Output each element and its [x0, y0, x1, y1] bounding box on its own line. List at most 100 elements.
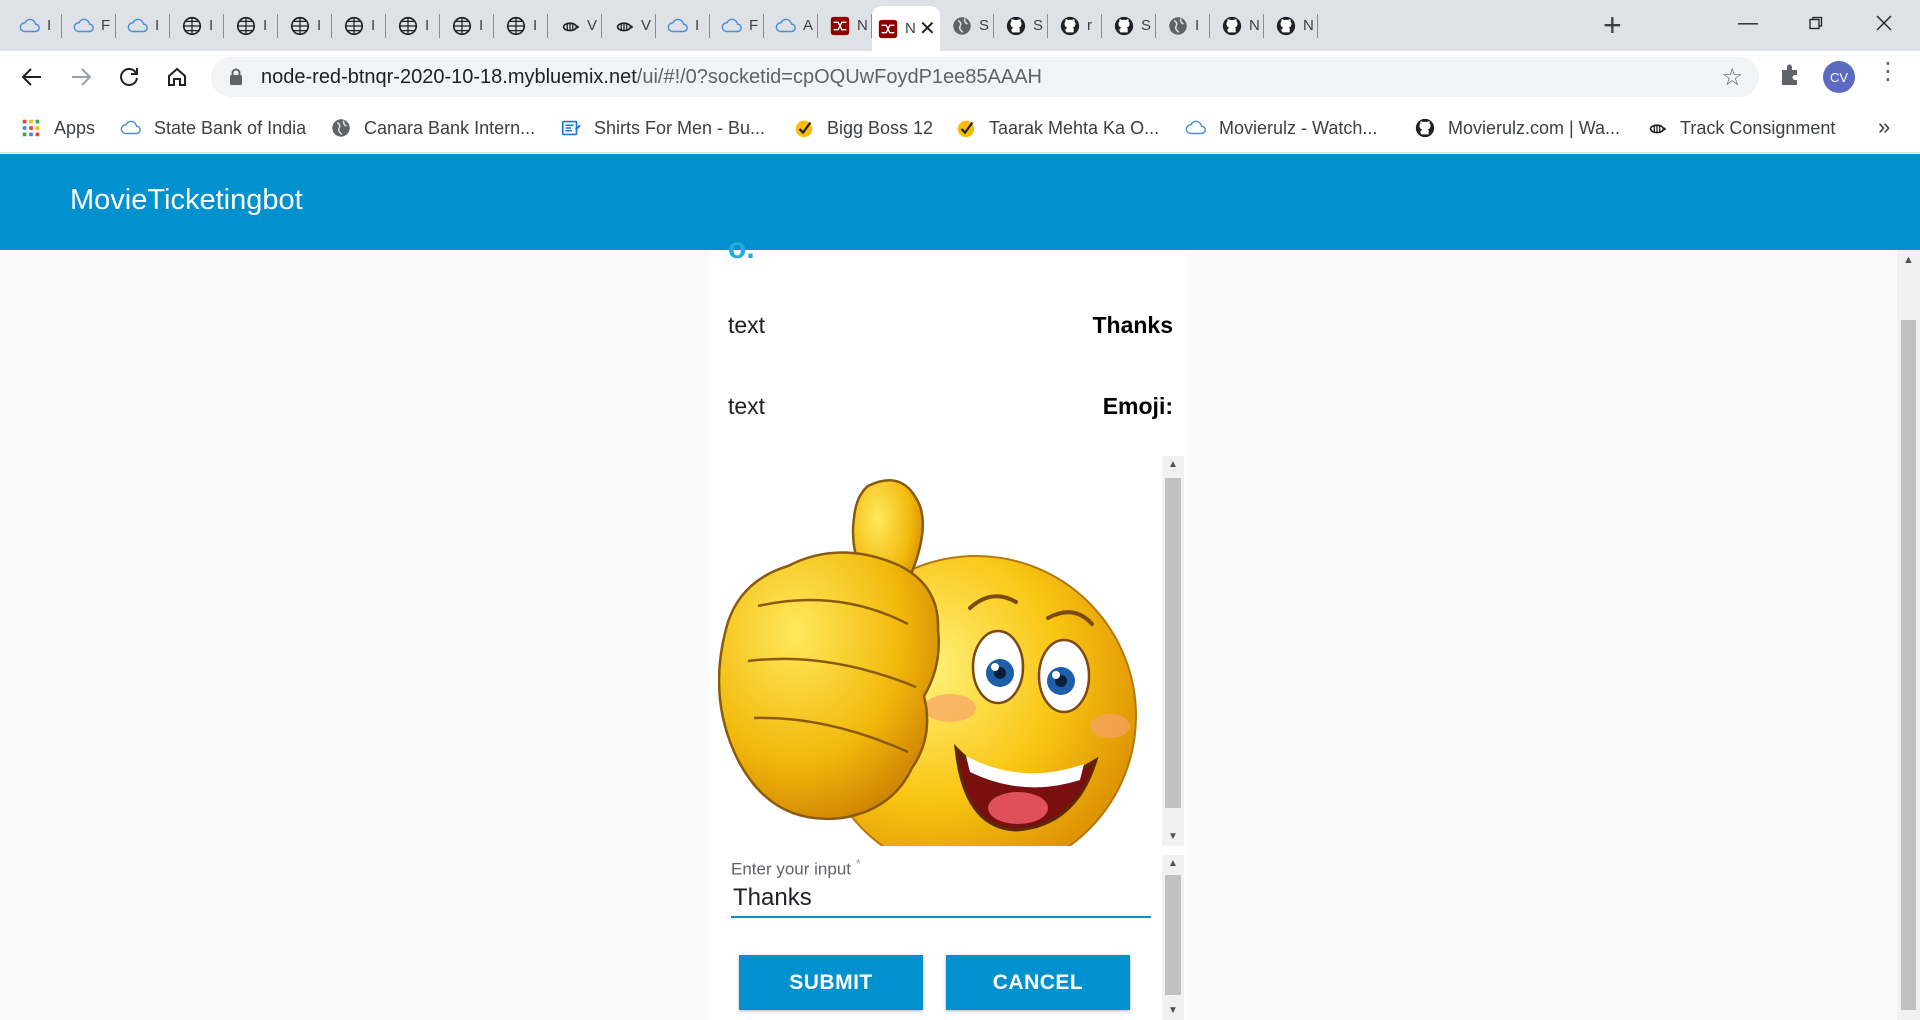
check-badge-icon — [955, 117, 977, 139]
forward-button[interactable] — [65, 61, 97, 93]
scroll-down-arrow-icon[interactable]: ▼ — [1162, 1002, 1184, 1020]
bookmark-item[interactable]: Movierulz.com | Wa... — [1414, 104, 1620, 152]
cloud-icon — [666, 14, 690, 38]
cloud-icon — [1185, 117, 1207, 139]
tab-title: S — [1033, 17, 1043, 34]
chat-card: o. text Thanks text Emoji: ▲ ▼ Enter you… — [709, 232, 1188, 1020]
bee-icon — [558, 14, 582, 38]
browser-tab[interactable]: S — [940, 9, 994, 42]
tab-title: S — [1141, 17, 1151, 34]
bookmark-item[interactable]: Track Consignment — [1646, 104, 1835, 152]
image-scrollbar-thumb[interactable] — [1165, 478, 1181, 808]
profile-avatar[interactable]: CV — [1823, 61, 1855, 93]
back-button[interactable] — [16, 61, 48, 93]
browser-tab[interactable]: I — [332, 9, 386, 42]
restore-button[interactable] — [1786, 6, 1846, 40]
apps-grid-icon — [20, 117, 42, 139]
browser-tab[interactable]: I — [494, 9, 548, 42]
tab-title: N — [905, 20, 915, 37]
bookmark-item[interactable]: Shirts For Men - Bu... — [560, 104, 765, 152]
tab-title: r — [1087, 17, 1092, 34]
scroll-down-arrow-icon[interactable]: ▼ — [1162, 828, 1184, 846]
bookmark-item[interactable]: State Bank of India — [120, 104, 306, 152]
bookmark-label: Taarak Mehta Ka O... — [989, 117, 1160, 138]
bookmark-label: Movierulz - Watch... — [1219, 117, 1378, 138]
browser-tab[interactable]: N — [1210, 9, 1264, 42]
new-tab-button[interactable]: + — [1603, 9, 1622, 41]
browser-tab[interactable]: F — [62, 9, 116, 42]
browser-tab[interactable]: r — [1048, 9, 1102, 42]
browser-tab[interactable]: I — [8, 9, 62, 42]
tab-title: A — [803, 17, 813, 34]
cancel-button[interactable]: CANCEL — [946, 955, 1130, 1010]
close-tab-icon[interactable]: ✕ — [919, 16, 936, 41]
cloud-icon — [18, 14, 42, 38]
user-input-field[interactable]: Enter your input * Thanks — [731, 856, 1151, 918]
submit-button[interactable]: SUBMIT — [739, 955, 923, 1010]
shirt-site-icon — [560, 117, 582, 139]
browser-tab[interactable]: N — [1264, 9, 1318, 42]
tab-title: S — [979, 17, 989, 34]
browser-tab[interactable]: A — [764, 9, 818, 42]
bee-icon — [1646, 117, 1668, 139]
github-icon — [1058, 14, 1082, 38]
home-button[interactable] — [161, 61, 193, 93]
page-scrollbar[interactable]: ▲ — [1897, 250, 1920, 1020]
github-icon — [1112, 14, 1136, 38]
browser-tab[interactable]: N — [818, 9, 872, 42]
scroll-up-arrow-icon[interactable]: ▲ — [1162, 855, 1184, 873]
browser-tab[interactable]: V — [548, 9, 602, 42]
bookmarks-overflow-chevron-icon[interactable]: » — [1878, 114, 1890, 140]
browser-tab[interactable]: I — [440, 9, 494, 42]
bookmark-label: Shirts For Men - Bu... — [594, 117, 766, 138]
bookmark-item[interactable]: Movierulz - Watch... — [1185, 104, 1377, 152]
page-scrollbar-thumb[interactable] — [1901, 320, 1916, 1010]
arrow-right-icon — [72, 68, 92, 86]
browser-tab[interactable]: I — [170, 9, 224, 42]
browser-tab[interactable]: I — [278, 9, 332, 42]
tab-title: I — [317, 17, 322, 34]
input-label: Enter your input * — [731, 856, 1151, 880]
user-input[interactable]: Thanks — [731, 884, 1151, 918]
reload-button[interactable] — [113, 61, 145, 93]
form-scrollbar[interactable]: ▲ ▼ — [1162, 855, 1184, 1020]
browser-tab[interactable]: S — [994, 9, 1048, 42]
bookmark-item[interactable]: Canara Bank Intern... — [330, 104, 535, 152]
tab-title: I — [533, 17, 538, 34]
address-bar[interactable]: node-red-btnqr-2020-10-18.mybluemix.net/… — [211, 57, 1759, 97]
check-badge-icon — [793, 117, 815, 139]
browser-tab[interactable]: F — [710, 9, 764, 42]
close-window-button[interactable] — [1854, 6, 1914, 40]
browser-tab[interactable]: I — [224, 9, 278, 42]
bookmark-star-icon[interactable]: ☆ — [1721, 63, 1743, 92]
more-menu-icon[interactable]: ⋮ — [1876, 60, 1900, 84]
scroll-up-arrow-icon[interactable]: ▲ — [1897, 254, 1920, 266]
message-value: Emoji: — [1102, 393, 1173, 419]
extensions-puzzle-icon[interactable] — [1776, 61, 1804, 89]
globe-icon — [950, 14, 974, 38]
tab-title: I — [695, 17, 700, 34]
browser-tab[interactable]: I — [1156, 9, 1210, 42]
browser-tab[interactable]: I — [116, 9, 170, 42]
browser-tab[interactable]: S — [1102, 9, 1156, 42]
browser-tab[interactable]: I — [656, 9, 710, 42]
message-label: text — [728, 393, 766, 419]
github-icon — [1414, 117, 1436, 139]
bookmark-item[interactable]: Bigg Boss 12 — [793, 104, 933, 152]
tab-title: N — [1249, 17, 1259, 34]
tab-title: I — [155, 17, 160, 34]
browser-tab[interactable]: V — [602, 9, 656, 42]
form-scrollbar-thumb[interactable] — [1165, 875, 1181, 995]
tab-title: I — [209, 17, 214, 34]
browser-tab[interactable]: I — [386, 9, 440, 42]
minimize-button[interactable]: — — [1718, 6, 1778, 40]
image-scrollbar[interactable]: ▲ ▼ — [1162, 456, 1184, 846]
cloud-icon — [126, 14, 150, 38]
bookmark-item[interactable]: Apps — [20, 104, 95, 152]
bookmark-item[interactable]: Taarak Mehta Ka O... — [955, 104, 1159, 152]
tab-separator — [1317, 14, 1318, 38]
browser-tab-active[interactable]: N ✕ — [872, 6, 940, 51]
node-red-icon — [828, 14, 852, 38]
scroll-up-arrow-icon[interactable]: ▲ — [1162, 456, 1184, 474]
github-icon — [1220, 14, 1244, 38]
